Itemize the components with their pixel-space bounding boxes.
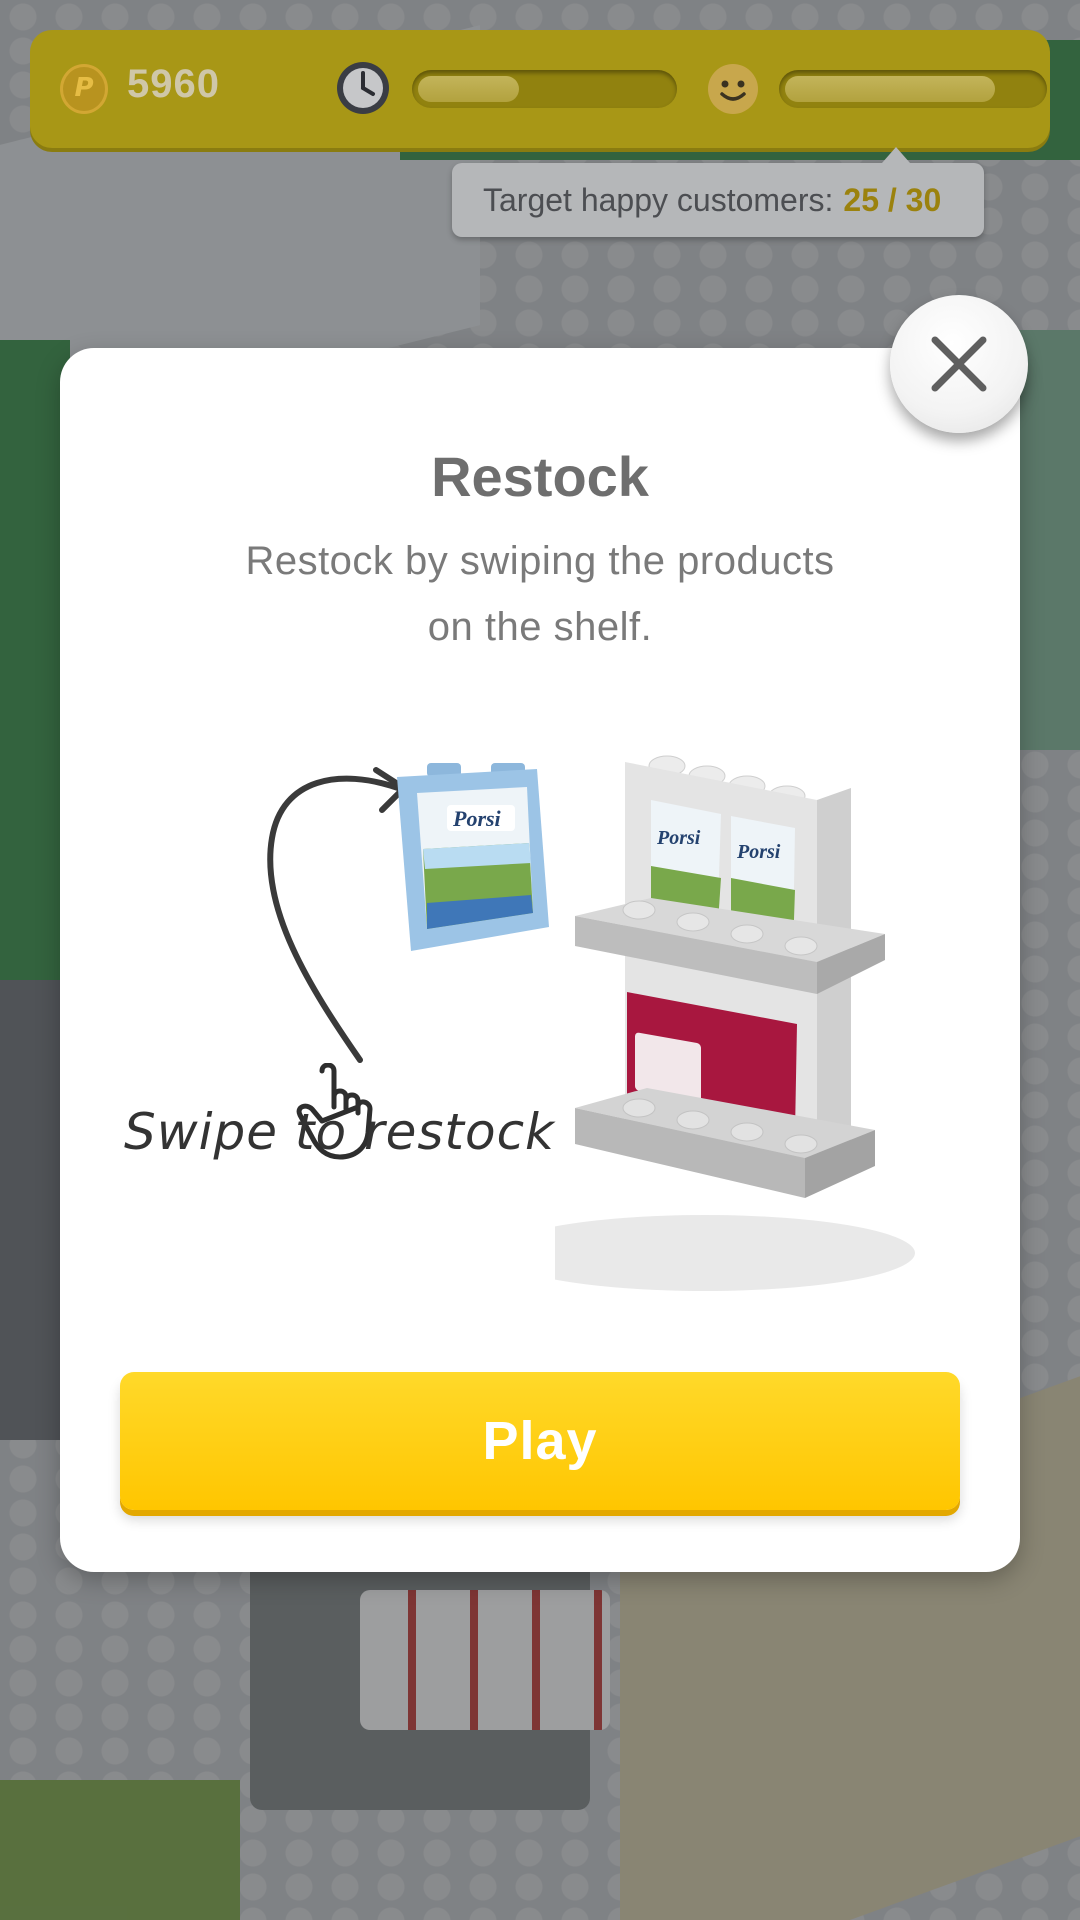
- time-progress-bar: [412, 70, 677, 108]
- close-icon: [931, 336, 987, 392]
- close-button[interactable]: [890, 295, 1028, 433]
- restock-tutorial-dialog: Restock Restock by swiping the products …: [60, 348, 1020, 1572]
- play-button[interactable]: Play: [120, 1372, 960, 1510]
- target-happy-customers-tooltip: Target happy customers: 25 / 30: [452, 147, 984, 237]
- svg-text:Porsi: Porsi: [736, 841, 781, 863]
- happiness-progress-bar: [779, 70, 1047, 108]
- store-shelf-unit[interactable]: Porsi Porsi: [555, 748, 915, 1308]
- happiness-progress-fill: [785, 76, 995, 102]
- svg-text:Porsi: Porsi: [656, 827, 701, 849]
- clock-icon: [337, 62, 389, 114]
- smiley-face-icon: [708, 64, 758, 114]
- tooltip-target-value: 25 / 30: [843, 182, 942, 218]
- swipe-gesture-arrow-icon: [267, 767, 407, 1063]
- detergent-product-box[interactable]: Porsi: [387, 763, 557, 963]
- coin-counter: 5960: [127, 62, 220, 106]
- coin-icon: P: [60, 64, 108, 114]
- svg-text:Porsi: Porsi: [452, 806, 502, 831]
- tooltip-label: Target happy customers:: [483, 182, 834, 218]
- swipe-to-restock-label: Swipe to restock: [124, 1103, 556, 1161]
- time-progress-fill: [418, 76, 520, 102]
- top-hud-bar: P 5960: [30, 30, 1050, 148]
